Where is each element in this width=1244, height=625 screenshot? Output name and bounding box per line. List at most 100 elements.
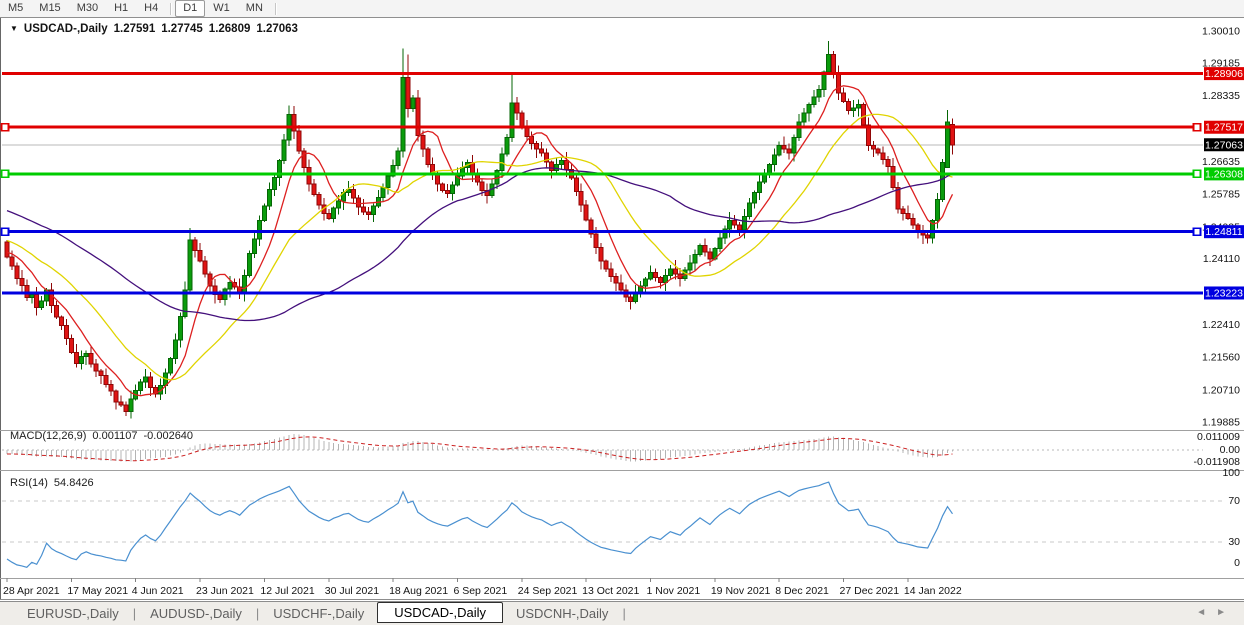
timeframe-button-d1[interactable]: D1 bbox=[175, 0, 205, 17]
line-handle[interactable] bbox=[2, 124, 9, 131]
candle-body bbox=[401, 78, 405, 151]
candle-body bbox=[896, 188, 900, 209]
chart-collapse-icon[interactable]: ▼ bbox=[10, 24, 18, 33]
candle-body bbox=[114, 391, 118, 402]
candle-body bbox=[282, 140, 286, 160]
chart-canvas[interactable]: 1.300101.291851.283351.266351.257851.249… bbox=[0, 0, 1244, 625]
timeframe-button-w1[interactable]: W1 bbox=[205, 0, 238, 17]
candle-body bbox=[886, 160, 890, 167]
candle-body bbox=[168, 359, 172, 373]
candle-body bbox=[297, 131, 301, 151]
candle-body bbox=[708, 252, 712, 259]
tab-scroll-left-icon[interactable]: ◄ bbox=[1196, 607, 1216, 618]
date-axis-label: 28 Apr 2021 bbox=[3, 585, 60, 597]
line-handle[interactable] bbox=[2, 170, 9, 177]
date-axis-label: 24 Sep 2021 bbox=[518, 585, 578, 597]
date-axis-label: 6 Sep 2021 bbox=[453, 585, 507, 597]
tab-audusd-daily[interactable]: AUDUSD-,Daily bbox=[137, 604, 255, 623]
candle-body bbox=[787, 149, 791, 153]
line-handle[interactable] bbox=[1194, 228, 1201, 235]
timeframe-button-m30[interactable]: M30 bbox=[69, 0, 106, 17]
candle-body bbox=[619, 283, 623, 290]
candle-body bbox=[564, 161, 568, 170]
timeframe-button-h4[interactable]: H4 bbox=[136, 0, 166, 17]
tab-usdcnh-daily[interactable]: USDCNH-,Daily bbox=[503, 604, 621, 623]
timeframe-button-mn[interactable]: MN bbox=[238, 0, 271, 17]
candle-body bbox=[856, 105, 860, 108]
candle-body bbox=[653, 273, 657, 278]
candle-body bbox=[698, 246, 702, 255]
line-handle[interactable] bbox=[1194, 124, 1201, 131]
last-bar-low: 1.26809 bbox=[209, 23, 251, 35]
candle-body bbox=[693, 254, 697, 262]
level-price-badge-text: 1.27517 bbox=[1205, 122, 1243, 134]
candle-body bbox=[559, 161, 563, 165]
candle-body bbox=[109, 385, 113, 392]
candle-body bbox=[851, 108, 855, 111]
line-handle[interactable] bbox=[2, 228, 9, 235]
candle-body bbox=[926, 235, 930, 238]
candle-body bbox=[436, 175, 440, 184]
candle-body bbox=[99, 371, 103, 376]
rsi-line bbox=[7, 482, 953, 567]
candle-body bbox=[703, 246, 707, 253]
tab-eurusd-daily[interactable]: EURUSD-,Daily bbox=[14, 604, 132, 623]
candle-body bbox=[124, 405, 128, 412]
timeframe-button-m15[interactable]: M15 bbox=[31, 0, 68, 17]
candle-body bbox=[832, 55, 836, 74]
candle-body bbox=[842, 93, 846, 101]
candle-body bbox=[198, 251, 202, 261]
date-axis-label: 18 Aug 2021 bbox=[389, 585, 448, 597]
chart-symbol-label: USDCAD-,Daily bbox=[24, 23, 108, 35]
candle-body bbox=[10, 257, 14, 266]
candle-body bbox=[629, 297, 633, 302]
timeframe-toolbar: M5 M15 M30 H1 H4 D1 W1 MN bbox=[0, 0, 1244, 18]
candle-body bbox=[881, 153, 885, 160]
candle-body bbox=[396, 151, 400, 166]
candle-body bbox=[5, 242, 9, 257]
rsi-value: 54.8426 bbox=[54, 477, 94, 489]
date-axis-label: 17 May 2021 bbox=[67, 585, 128, 597]
candle-body bbox=[40, 301, 44, 308]
candle-body bbox=[35, 295, 39, 308]
price-axis-label: 1.20710 bbox=[1202, 384, 1240, 396]
tab-scroll-right-icon[interactable]: ► bbox=[1216, 607, 1236, 618]
candle-body bbox=[59, 317, 63, 325]
ma-line-21 bbox=[7, 114, 953, 380]
candle-body bbox=[149, 377, 153, 387]
chart-tab-bar: EURUSD-,Daily | AUDUSD-,Daily | USDCHF-,… bbox=[0, 601, 1244, 625]
candle-body bbox=[733, 221, 737, 226]
candle-body bbox=[193, 240, 197, 251]
candle-body bbox=[792, 138, 796, 153]
tab-usdchf-daily[interactable]: USDCHF-,Daily bbox=[260, 604, 377, 623]
candle-body bbox=[649, 273, 653, 280]
candle-body bbox=[554, 165, 558, 171]
date-axis-label: 19 Nov 2021 bbox=[711, 585, 771, 597]
candle-body bbox=[812, 97, 816, 105]
timeframe-button-h1[interactable]: H1 bbox=[106, 0, 136, 17]
candle-body bbox=[69, 338, 73, 352]
date-axis-label: 13 Oct 2021 bbox=[582, 585, 639, 597]
toolbar-separator bbox=[275, 3, 276, 15]
price-axis-label: 1.30010 bbox=[1202, 26, 1240, 38]
last-bar-high: 1.27745 bbox=[161, 23, 203, 35]
price-axis-label: 1.21560 bbox=[1202, 352, 1240, 364]
macd-value-signal: -0.002640 bbox=[144, 430, 194, 442]
tab-usdcad-daily[interactable]: USDCAD-,Daily bbox=[377, 602, 503, 623]
timeframe-button-m5[interactable]: M5 bbox=[0, 0, 31, 17]
candle-body bbox=[936, 199, 940, 220]
date-axis-label: 23 Jun 2021 bbox=[196, 585, 254, 597]
candle-body bbox=[599, 248, 603, 262]
candle-body bbox=[946, 122, 950, 167]
candle-body bbox=[94, 364, 98, 371]
candle-body bbox=[451, 185, 455, 193]
line-handle[interactable] bbox=[1194, 170, 1201, 177]
candle-body bbox=[861, 105, 865, 125]
candle-body bbox=[421, 136, 425, 150]
candle-body bbox=[317, 194, 321, 205]
price-axis-label: 1.25785 bbox=[1202, 189, 1240, 201]
toolbar-separator bbox=[170, 3, 171, 15]
candle-body bbox=[520, 113, 524, 128]
candle-body bbox=[406, 78, 410, 109]
candle-body bbox=[891, 166, 895, 187]
